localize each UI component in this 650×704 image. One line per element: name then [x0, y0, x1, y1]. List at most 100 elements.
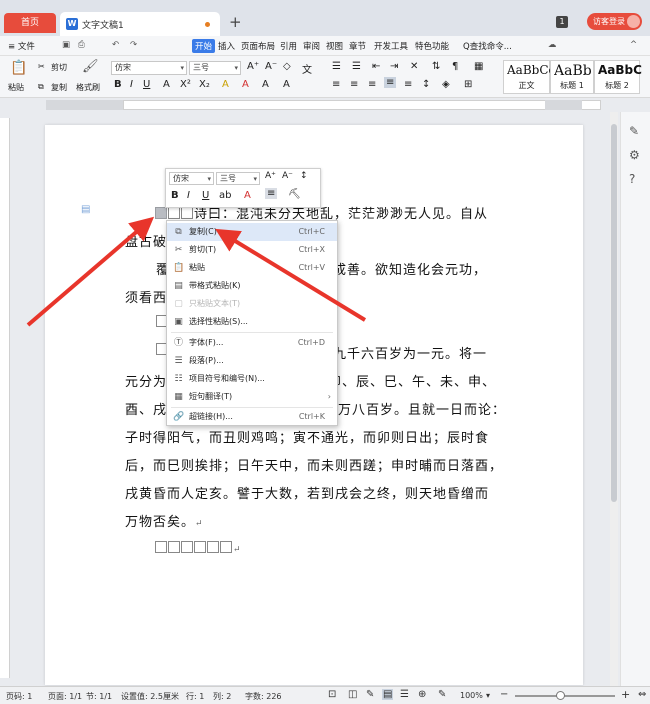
zoom-slider-knob[interactable] — [556, 691, 565, 700]
print-icon[interactable]: ⎙ — [78, 40, 85, 50]
outline-view-icon[interactable]: ☰ — [400, 689, 409, 700]
mini-underline-icon[interactable]: U — [202, 190, 209, 201]
mini-align-icon[interactable]: ≡ — [265, 188, 278, 199]
mini-line-spacing-icon[interactable]: ↕ — [300, 171, 308, 181]
menu-item-font[interactable]: Ⓣ 字体(F)... Ctrl+D — [167, 334, 337, 352]
save-icon[interactable]: ▣ — [62, 40, 70, 50]
menu-item-paste-special[interactable]: ▣ 选择性粘贴(S)... — [167, 313, 337, 331]
char-shading-icon[interactable]: A — [283, 79, 290, 90]
paste-button[interactable]: 粘贴 — [8, 82, 24, 93]
paragraph-handle-icon[interactable]: ▤ — [81, 204, 90, 215]
underline-icon[interactable]: U — [143, 79, 150, 90]
undo-icon[interactable]: ↶ — [112, 40, 119, 50]
mini-shrink-font-icon[interactable]: A⁻ — [282, 171, 293, 181]
cloud-icon[interactable]: ☁ — [548, 40, 557, 50]
vertical-scrollbar[interactable] — [610, 112, 618, 687]
mini-font-color-icon[interactable]: A — [244, 190, 251, 201]
indent-decrease-icon[interactable]: ⇤ — [372, 61, 380, 72]
fit-width-icon[interactable]: ⇔ — [638, 689, 646, 700]
mini-grow-font-icon[interactable]: A⁺ — [265, 171, 276, 181]
page-view-icon[interactable]: ▤ — [382, 689, 394, 700]
menu-item-paste-formatted[interactable]: ▤ 带格式粘贴(K) — [167, 277, 337, 295]
bullet-list-icon[interactable]: ☰ — [332, 61, 341, 72]
table-icon[interactable]: ▦ — [474, 61, 483, 72]
pen-icon[interactable]: ✎ — [629, 124, 639, 138]
strikethrough-icon[interactable]: A — [163, 79, 170, 90]
cut-button[interactable]: 剪切 — [51, 62, 67, 73]
redo-icon[interactable]: ↷ — [130, 40, 137, 50]
read-mode-icon[interactable]: ✎ — [438, 689, 446, 700]
menu-item-paste-text-only[interactable]: ▢ 只粘贴文本(T) — [167, 295, 337, 313]
file-menu[interactable]: ≡ 文件 — [8, 40, 35, 52]
doc-line-2[interactable]: 盘古破 — [125, 231, 167, 250]
menu-item-paste[interactable]: 📋 粘贴 Ctrl+V — [167, 259, 337, 277]
highlight-icon[interactable]: A — [222, 79, 229, 90]
edit-mode-icon[interactable]: ✎ — [366, 689, 374, 700]
doc-line-8b[interactable]: 万八百岁。且就一日而论： — [338, 399, 506, 418]
help-icon[interactable]: ? — [629, 172, 635, 186]
format-painter-button[interactable]: 格式刷 — [76, 82, 100, 93]
collapse-ribbon-icon[interactable]: ^ — [630, 40, 637, 50]
doc-line-4[interactable]: 须看西 — [125, 287, 167, 306]
settings-sliders-icon[interactable]: ⚙ — [629, 148, 640, 162]
mini-size-select[interactable]: 三号 ▾ — [216, 172, 260, 185]
italic-icon[interactable]: I — [130, 79, 133, 90]
format-painter-icon[interactable]: 🖌 — [82, 59, 99, 74]
menu-item-paragraph[interactable]: ☰ 段落(P)... — [167, 352, 337, 370]
paste-icon[interactable]: 📋 — [10, 60, 27, 76]
align-right-icon[interactable]: ≡ — [368, 79, 376, 90]
phonetic-icon[interactable]: 文 — [302, 61, 312, 76]
zoom-in-button[interactable]: + — [621, 688, 630, 701]
line-spacing-icon[interactable]: ↕ — [422, 79, 430, 90]
grow-font-icon[interactable]: A⁺ — [247, 61, 259, 72]
doc-line-7b[interactable]: 卯、辰、巳、午、未、申、 — [328, 371, 496, 390]
tab-developer[interactable]: 开发工具 — [374, 40, 408, 52]
zoom-level[interactable]: 100% — [460, 691, 483, 700]
shrink-font-icon[interactable]: A⁻ — [265, 61, 277, 72]
tab-start[interactable]: 开始 — [192, 39, 216, 53]
subscript-icon[interactable]: X₂ — [199, 79, 210, 90]
indent-increase-icon[interactable]: ⇥ — [390, 61, 398, 72]
menu-item-copy[interactable]: ⧉ 复制(C) Ctrl+C — [167, 223, 337, 241]
web-view-icon[interactable]: ⊕ — [418, 689, 426, 700]
doc-line-12[interactable]: 万物否矣。↵ — [125, 511, 204, 530]
tab-insert[interactable]: 插入 — [218, 40, 235, 52]
tab-document[interactable]: W 文字文稿1 — [60, 12, 220, 36]
font-family-select[interactable]: 仿宋 ▾ — [111, 61, 187, 75]
doc-line-7a[interactable]: 元分为 — [125, 371, 167, 390]
align-center-icon[interactable]: ≡ — [350, 79, 358, 90]
tab-home[interactable]: 首页 — [4, 13, 56, 33]
clear-format-icon[interactable]: ◇ — [283, 61, 291, 72]
menu-item-translate[interactable]: ▦ 短句翻译(T) › — [167, 388, 337, 406]
doc-line-3b[interactable]: 成善。欲知造化会元功， — [333, 259, 487, 278]
doc-line-13[interactable]: ↵ — [155, 541, 242, 556]
mini-format-painter-icon[interactable]: ⛏ — [288, 189, 301, 200]
mini-font-select[interactable]: 仿宋 ▾ — [169, 172, 214, 185]
doc-line-11[interactable]: 戌黄昏而人定亥。譬于大数，若到戌会之终，则天地昏缯而 — [125, 483, 489, 502]
font-size-select[interactable]: 三号 ▾ — [189, 61, 241, 75]
scrollbar-thumb[interactable] — [611, 124, 617, 502]
zoom-out-button[interactable]: − — [500, 689, 508, 700]
copy-icon[interactable]: ⧉ — [38, 82, 44, 92]
zoom-slider-track[interactable] — [515, 695, 615, 697]
menu-item-hyperlink[interactable]: 🔗 超链接(H)... Ctrl+K — [167, 408, 337, 426]
menu-item-cut[interactable]: ✂ 剪切(T) Ctrl+X — [167, 241, 337, 259]
tab-references[interactable]: 引用 — [280, 40, 297, 52]
doc-line-6b[interactable]: 九千六百岁为一元。将一 — [333, 343, 487, 362]
style-heading-1[interactable]: AaBb 标题 1 — [550, 60, 594, 94]
command-search[interactable]: Q查找命令... — [463, 40, 512, 52]
tab-review[interactable]: 审阅 — [303, 40, 320, 52]
mini-bold-icon[interactable]: B — [171, 190, 179, 201]
doc-line-10[interactable]: 后，而巳则挨排；日午天中，而未则西蹉；申时晡而日落酉， — [125, 455, 503, 474]
shading-icon[interactable]: ◈ — [442, 79, 450, 90]
superscript-icon[interactable]: X² — [180, 79, 191, 90]
tab-page-layout[interactable]: 页面布局 — [241, 40, 275, 52]
cut-icon[interactable]: ✂ — [38, 62, 45, 71]
font-color-icon[interactable]: A — [242, 79, 249, 90]
char-border-icon[interactable]: A — [262, 79, 269, 90]
mini-italic-icon[interactable]: I — [187, 190, 190, 201]
align-left-icon[interactable]: ≡ — [332, 79, 340, 90]
style-normal[interactable]: AaBbCcI 正文 — [503, 60, 560, 94]
doc-line-9[interactable]: 子时得阳气，而丑则鸡鸣；寅不通光，而卯则日出；辰时食 — [125, 427, 489, 446]
sort-icon[interactable]: ⇅ — [432, 61, 440, 72]
